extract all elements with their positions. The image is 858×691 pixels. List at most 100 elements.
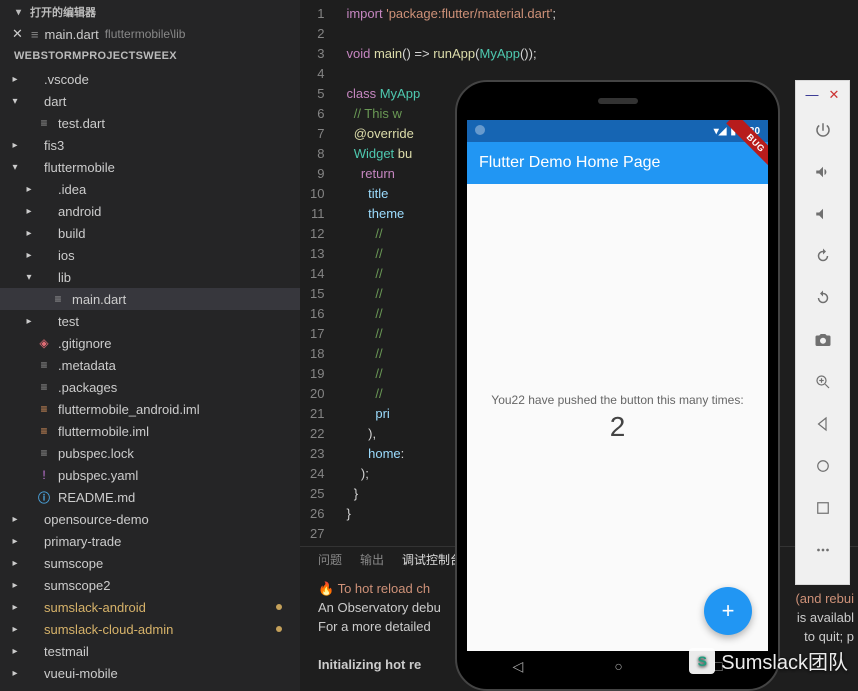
fab-add-button[interactable]: + [704, 587, 752, 635]
chevron-icon: ▾ [22, 272, 36, 283]
chevron-icon: ▸ [22, 206, 36, 217]
rotate-right-button[interactable] [796, 277, 849, 319]
tree-label: .packages [58, 380, 117, 395]
tree-item[interactable]: ▸≡fluttermobile.iml [0, 420, 300, 442]
tree-label: lib [58, 270, 71, 285]
close-icon[interactable]: ✕ [12, 26, 23, 42]
tree-label: fis3 [44, 138, 64, 153]
tree-label: primary-trade [44, 534, 121, 549]
workspace-header[interactable]: WEBSTORMPROJECTSWEEX [0, 44, 300, 68]
tree-label: ios [58, 248, 75, 263]
android-status-bar: ▾◢ ▮ 3:30 [467, 120, 768, 142]
chevron-icon: ▸ [8, 74, 22, 85]
tree-item[interactable]: ▸ sumscope2 [0, 574, 300, 596]
tree-item[interactable]: ▸≡main.dart [0, 288, 300, 310]
android-emulator: ▾◢ ▮ 3:30 Flutter Demo Home Page BUG You… [455, 80, 780, 691]
tree-label: .metadata [58, 358, 116, 373]
rotate-left-button[interactable] [796, 235, 849, 277]
home-button[interactable] [796, 445, 849, 487]
close-icon[interactable]: ✕ [829, 87, 840, 103]
tree-label: dart [44, 94, 66, 109]
chevron-icon: ▸ [8, 602, 22, 613]
tree-item[interactable]: ▸ fis3 [0, 134, 300, 156]
tree-item[interactable]: ▸ⓘREADME.md [0, 486, 300, 508]
chevron-icon: ▸ [22, 316, 36, 327]
modified-dot-icon [276, 604, 282, 610]
tree-item[interactable]: ▸≡.packages [0, 376, 300, 398]
open-editors-header[interactable]: ▾ 打开的编辑器 [0, 0, 300, 24]
tree-label: sumslack-cloud-admin [44, 622, 173, 637]
tree-item[interactable]: ▸ primary-trade [0, 530, 300, 552]
tree-label: testmail [44, 644, 89, 659]
tree-label: opensource-demo [44, 512, 149, 527]
tree-item[interactable]: ▸ vueui-mobile [0, 662, 300, 684]
camera-button[interactable] [796, 319, 849, 361]
tree-item[interactable]: ▸.idea [0, 178, 300, 200]
phone-screen[interactable]: ▾◢ ▮ 3:30 Flutter Demo Home Page BUG You… [467, 120, 768, 651]
chevron-down-icon: ▾ [16, 7, 26, 18]
volume-up-button[interactable] [796, 151, 849, 193]
nav-home-icon[interactable]: ○ [614, 658, 622, 674]
tree-label: fluttermobile.iml [58, 424, 149, 439]
tree-label: vueui-mobile [44, 666, 118, 681]
tree-label: fluttermobile_android.iml [58, 402, 200, 417]
dart-icon: ≡ [36, 116, 52, 130]
chevron-icon: ▸ [8, 536, 22, 547]
minimize-icon[interactable]: — [806, 87, 819, 103]
git-icon: ◈ [36, 336, 52, 350]
tree-item[interactable]: ▾fluttermobile [0, 156, 300, 178]
volume-down-button[interactable] [796, 193, 849, 235]
emulator-toolbar: — ✕ [795, 80, 850, 585]
tree-item[interactable]: ▸sumscope [0, 552, 300, 574]
back-button[interactable] [796, 403, 849, 445]
tree-item[interactable]: ▾ lib [0, 266, 300, 288]
tree-item[interactable]: ▸≡fluttermobile_android.iml [0, 398, 300, 420]
tree-item[interactable]: ▸ .vscode [0, 68, 300, 90]
problems-tab[interactable]: 问题 [318, 551, 342, 568]
watermark-text: Sumslack团队 [721, 646, 848, 675]
tree-item[interactable]: ▸◈.gitignore [0, 332, 300, 354]
tree-item[interactable]: ▸ios [0, 244, 300, 266]
tree-item[interactable]: ▸testmail [0, 640, 300, 662]
more-button[interactable] [796, 529, 849, 571]
open-file-item[interactable]: ✕ ≡ main.dart fluttermobile\lib [0, 24, 300, 44]
tree-item[interactable]: ▸≡.metadata [0, 354, 300, 376]
tree-item[interactable]: ▸ sumslack-cloud-admin [0, 618, 300, 640]
tree-item[interactable]: ▸≡pubspec.lock [0, 442, 300, 464]
chevron-icon: ▸ [8, 580, 22, 591]
tree-item[interactable]: ▾dart [0, 90, 300, 112]
tree-label: .gitignore [58, 336, 111, 351]
tree-label: sumslack-android [44, 600, 146, 615]
chevron-icon: ▸ [22, 184, 36, 195]
tree-item[interactable]: ▸test [0, 310, 300, 332]
chevron-icon: ▸ [8, 140, 22, 151]
app-body: You22 have pushed the button this many t… [467, 184, 768, 651]
tree-label: sumscope [44, 556, 103, 571]
line-gutter: 1234567891011121314151617181920212223242… [300, 0, 338, 546]
tree-item[interactable]: ▸ sumslack-android [0, 596, 300, 618]
tree-item[interactable]: ▸android [0, 200, 300, 222]
debug-console-tab[interactable]: 调试控制台 [402, 551, 462, 568]
tree-item[interactable]: ▸build [0, 222, 300, 244]
file-icon: ≡ [36, 380, 52, 394]
output-tab[interactable]: 输出 [360, 551, 384, 568]
tree-label: .vscode [44, 72, 89, 87]
xml-icon: ≡ [36, 402, 52, 416]
watermark-logo-icon: S [689, 648, 715, 674]
chevron-icon: ▸ [8, 668, 22, 679]
power-button[interactable] [796, 109, 849, 151]
tree-label: main.dart [72, 292, 126, 307]
tree-label: test.dart [58, 116, 105, 131]
nav-back-icon[interactable]: ◁ [513, 658, 524, 675]
file-tree: ▸.vscode▾dart▸≡test.dart▸fis3▾fluttermob… [0, 68, 300, 684]
overview-button[interactable] [796, 487, 849, 529]
zoom-button[interactable] [796, 361, 849, 403]
chevron-icon: ▸ [8, 514, 22, 525]
tree-item[interactable]: ▸≡test.dart [0, 112, 300, 134]
tree-item[interactable]: ▸ opensource-demo [0, 508, 300, 530]
tree-label: sumscope2 [44, 578, 110, 593]
chevron-icon: ▸ [8, 624, 22, 635]
phone-frame: ▾◢ ▮ 3:30 Flutter Demo Home Page BUG You… [455, 80, 780, 691]
tree-item[interactable]: ▸!pubspec.yaml [0, 464, 300, 486]
info-icon: ⓘ [36, 489, 52, 506]
